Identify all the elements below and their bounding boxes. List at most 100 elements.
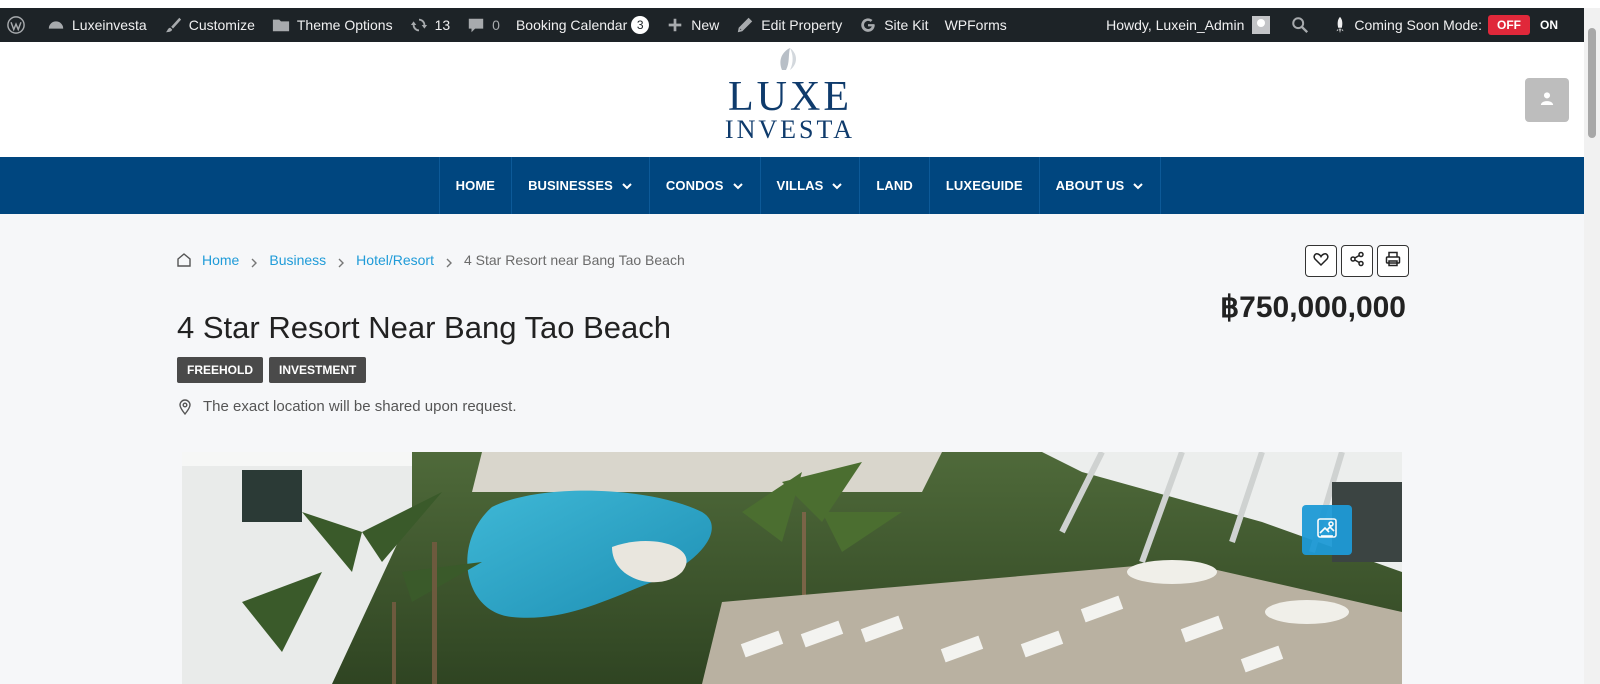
site-header: LUXE INVESTA — [0, 42, 1584, 157]
updates-link[interactable]: 13 — [401, 8, 459, 42]
new-content-link[interactable]: New — [657, 8, 727, 42]
breadcrumb-business-link[interactable]: Business — [269, 252, 326, 268]
edit-property-label: Edit Property — [761, 17, 843, 33]
listing-price: ฿750,000,000 — [1220, 291, 1406, 324]
nav-item-home[interactable]: HOME — [440, 157, 513, 214]
listing-actions — [1305, 245, 1409, 277]
coming-soon-mode: Coming Soon Mode: OFF ON — [1322, 8, 1584, 42]
resort-pool-image — [182, 452, 1402, 684]
tag-investment[interactable]: INVESTMENT — [269, 357, 367, 383]
image-gallery-icon — [1316, 517, 1338, 544]
user-icon — [1540, 91, 1554, 110]
heart-icon — [1313, 251, 1329, 272]
site-logo[interactable]: LUXE INVESTA — [720, 48, 860, 144]
comment-icon — [466, 15, 486, 35]
listing-location: The exact location will be shared upon r… — [177, 398, 517, 415]
print-button[interactable] — [1377, 245, 1409, 277]
new-label: New — [691, 17, 720, 33]
main-navigation: HOME BUSINESSES CONDOS VILLAS LAND LUXEGUIDE A… — [0, 157, 1584, 214]
breadcrumb-current: 4 Star Resort near Bang Tao Beach — [463, 252, 685, 268]
search-icon — [1290, 15, 1310, 35]
breadcrumb-category-link[interactable]: Hotel/Resort — [356, 252, 434, 268]
customize-link[interactable]: Customize — [155, 8, 263, 42]
nav-item-businesses[interactable]: BUSINESSES — [512, 157, 650, 214]
nav-item-label: LAND — [876, 178, 913, 193]
coming-soon-off-toggle[interactable]: OFF — [1488, 15, 1530, 35]
nav-menu: HOME BUSINESSES CONDOS VILLAS LAND LUXEGUIDE A… — [438, 157, 1162, 214]
chevron-right-icon — [444, 255, 454, 268]
chevron-down-icon — [621, 180, 633, 192]
folder-icon — [271, 15, 291, 35]
updates-icon — [409, 15, 429, 35]
coming-soon-label: Coming Soon Mode: — [1354, 17, 1482, 33]
site-kit-label: Site Kit — [884, 17, 929, 33]
logo-line2: INVESTA — [725, 115, 855, 143]
favorite-button[interactable] — [1305, 245, 1337, 277]
edit-property-link[interactable]: Edit Property — [727, 8, 850, 42]
updates-count: 13 — [434, 17, 451, 33]
location-text: The exact location will be shared upon r… — [203, 398, 517, 415]
my-account-link[interactable]: Howdy, Luxein_Admin — [1098, 8, 1278, 42]
nav-item-label: CONDOS — [665, 178, 724, 193]
brush-icon — [163, 15, 183, 35]
customize-label: Customize — [188, 17, 255, 33]
google-icon — [858, 15, 878, 35]
theme-options-label: Theme Options — [296, 17, 393, 33]
coming-soon-on-toggle[interactable]: ON — [1530, 15, 1568, 35]
adminbar-right: Howdy, Luxein_Admin Coming Soon Mode: OF… — [1098, 8, 1584, 42]
nav-item-condos[interactable]: CONDOS — [650, 157, 761, 214]
plus-icon — [665, 15, 685, 35]
nav-item-label: BUSINESSES — [528, 178, 613, 193]
nav-item-luxeguide[interactable]: LUXEGUIDE — [930, 157, 1040, 214]
wp-logo-button[interactable] — [0, 8, 38, 42]
nav-item-label: ABOUT US — [1055, 178, 1125, 193]
wordpress-icon — [6, 15, 26, 35]
nav-item-land[interactable]: LAND — [860, 157, 930, 214]
listing-main-photo[interactable] — [182, 452, 1402, 684]
scrollbar-thumb[interactable] — [1588, 28, 1596, 138]
nav-item-label: LUXEGUIDE — [945, 178, 1023, 193]
print-icon — [1385, 251, 1401, 272]
share-icon — [1349, 251, 1365, 272]
wp-admin-bar: Luxeinvesta Customize Theme Options 13 0… — [0, 8, 1584, 42]
booking-calendar-link[interactable]: Booking Calendar 3 — [508, 8, 657, 42]
pencil-icon — [735, 15, 755, 35]
nav-item-label: HOME — [455, 178, 496, 193]
listing-tags: FREEHOLD INVESTMENT — [177, 357, 367, 383]
map-pin-icon — [177, 398, 193, 415]
howdy-label: Howdy, Luxein_Admin — [1106, 17, 1245, 33]
home-icon — [176, 252, 192, 268]
chevron-down-icon — [831, 180, 843, 192]
rocket-icon — [1330, 15, 1350, 35]
site-kit-link[interactable]: Site Kit — [850, 8, 936, 42]
dashboard-icon — [46, 15, 66, 35]
wpforms-label: WPForms — [944, 17, 1007, 33]
user-account-button[interactable] — [1525, 78, 1569, 122]
avatar — [1252, 16, 1271, 34]
chevron-down-icon — [732, 180, 744, 192]
tag-freehold[interactable]: FREEHOLD — [177, 357, 263, 383]
top-strip — [0, 0, 1600, 8]
share-button[interactable] — [1341, 245, 1373, 277]
nav-item-villas[interactable]: VILLAS — [761, 157, 861, 214]
gallery-button[interactable] — [1302, 505, 1352, 555]
chevron-right-icon — [336, 255, 346, 268]
booking-calendar-label: Booking Calendar — [515, 17, 628, 33]
site-name-link[interactable]: Luxeinvesta — [38, 8, 155, 42]
nav-item-label: VILLAS — [776, 178, 824, 193]
breadcrumb-home-link[interactable]: Home — [202, 252, 239, 268]
wpforms-link[interactable]: WPForms — [937, 8, 1015, 42]
search-button[interactable] — [1278, 8, 1322, 42]
nav-item-about-us[interactable]: ABOUT US — [1040, 157, 1162, 214]
comments-count: 0 — [492, 17, 500, 33]
comments-link[interactable]: 0 — [458, 8, 508, 42]
chevron-down-icon — [1132, 180, 1144, 192]
page-title: 4 Star Resort Near Bang Tao Beach — [177, 310, 671, 345]
breadcrumb: Home Business Hotel/Resort 4 Star Resort… — [176, 252, 685, 268]
theme-options-link[interactable]: Theme Options — [263, 8, 401, 42]
booking-count-badge: 3 — [631, 16, 650, 34]
site-name-label: Luxeinvesta — [72, 17, 147, 33]
page-scrollbar[interactable] — [1584, 8, 1600, 684]
chevron-right-icon — [249, 255, 259, 268]
logo-line1: LUXE — [728, 74, 852, 120]
